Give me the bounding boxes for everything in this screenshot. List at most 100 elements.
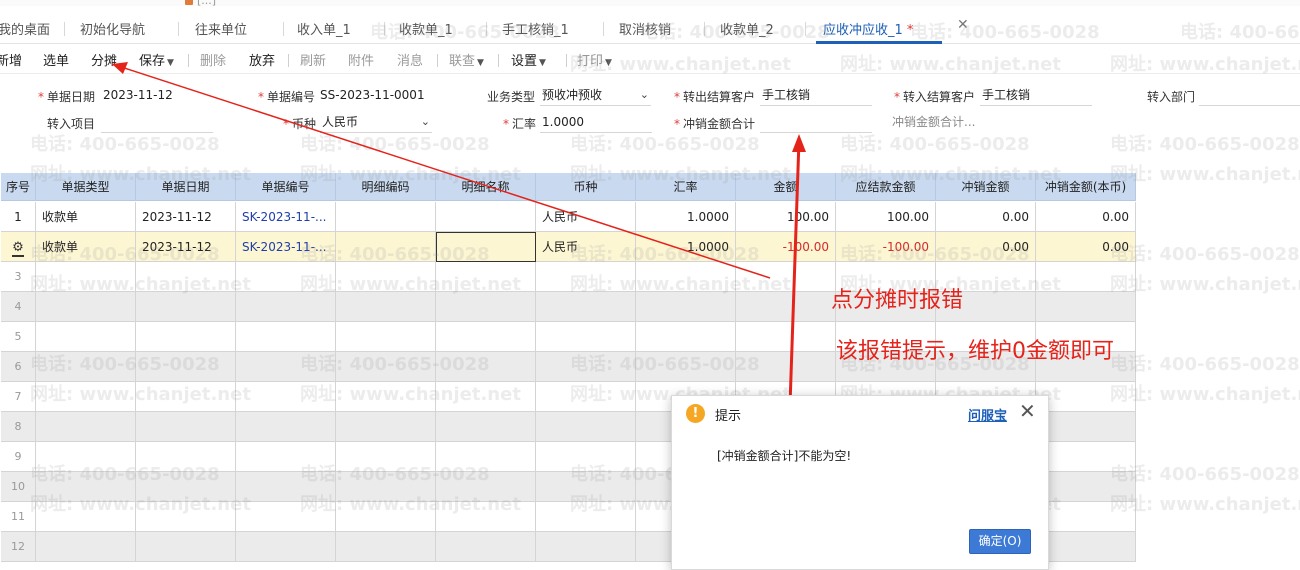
col-header[interactable]: 明细名称 — [436, 173, 536, 201]
grid-cell[interactable] — [436, 472, 536, 502]
cell-writeoff[interactable]: 0.00 — [936, 202, 1036, 232]
out-customer-field[interactable]: 手工核销 — [760, 84, 872, 106]
grid-cell[interactable] — [36, 442, 136, 472]
col-header[interactable]: 应结款金额 — [836, 173, 936, 201]
attachment-button[interactable]: 附件 — [348, 50, 374, 69]
grid-cell[interactable] — [336, 382, 436, 412]
grid-cell[interactable] — [436, 292, 536, 322]
grid-cell[interactable] — [1036, 262, 1136, 292]
grid-cell[interactable] — [1036, 292, 1136, 322]
tab-manual-writeoff-1[interactable]: 手工核销_1 — [502, 19, 569, 38]
save-button[interactable]: 保存 ▼ — [139, 50, 174, 69]
grid-cell[interactable] — [436, 382, 536, 412]
grid-cell[interactable] — [436, 352, 536, 382]
grid-cell[interactable] — [136, 532, 236, 562]
cell-detail-code[interactable] — [336, 232, 436, 262]
discard-button[interactable]: 放弃 — [249, 50, 275, 69]
doc-no-field[interactable]: SS-2023-11-0001 — [318, 84, 448, 106]
in-customer-field[interactable]: 手工核销 — [980, 84, 1092, 106]
grid-cell[interactable] — [136, 412, 236, 442]
writeoff-total-field[interactable] — [760, 111, 872, 133]
cell-currency[interactable]: 人民币 — [536, 202, 636, 232]
grid-cell[interactable] — [236, 382, 336, 412]
cell-doc-date[interactable]: 2023-11-12 — [136, 232, 236, 262]
grid-cell[interactable] — [536, 472, 636, 502]
grid-cell[interactable] — [336, 262, 436, 292]
help-link[interactable]: 问服宝 — [968, 405, 1007, 424]
message-button[interactable]: 消息 — [397, 50, 423, 69]
grid-cell[interactable] — [136, 382, 236, 412]
col-header[interactable]: 币种 — [536, 173, 636, 201]
grid-cell[interactable] — [336, 292, 436, 322]
cell-detail-name[interactable] — [436, 202, 536, 232]
grid-cell[interactable] — [536, 322, 636, 352]
grid-cell[interactable] — [236, 322, 336, 352]
grid-cell[interactable] — [736, 322, 836, 352]
grid-cell[interactable] — [136, 352, 236, 382]
cell-rate[interactable]: 1.0000 — [636, 232, 736, 262]
table-row[interactable]: 1 收款单 2023-11-12 SK-2023-11-... 人民币 1.00… — [1, 202, 1136, 232]
col-header[interactable]: 单据日期 — [136, 173, 236, 201]
cell-writeoff-base[interactable]: 0.00 — [1036, 232, 1136, 262]
grid-cell[interactable] — [236, 502, 336, 532]
in-dept-field[interactable] — [1199, 84, 1300, 106]
doc-date-field[interactable]: 2023-11-12 — [101, 84, 241, 106]
new-button[interactable]: 新增 — [0, 50, 22, 69]
grid-cell[interactable] — [236, 442, 336, 472]
grid-cell[interactable] — [636, 352, 736, 382]
grid-cell[interactable] — [236, 262, 336, 292]
allocate-button[interactable]: 分摊 — [91, 50, 117, 69]
cell-detail-code[interactable] — [336, 202, 436, 232]
col-header[interactable]: 冲销金额(本币) — [1036, 173, 1136, 201]
tab-partners[interactable]: 往来单位 — [195, 19, 247, 38]
grid-cell[interactable] — [136, 502, 236, 532]
cell-rate[interactable]: 1.0000 — [636, 202, 736, 232]
cell-due-amount[interactable]: 100.00 — [836, 202, 936, 232]
grid-cell[interactable] — [536, 442, 636, 472]
grid-cell[interactable] — [636, 322, 736, 352]
cell-doc-no-link[interactable]: SK-2023-11-... — [236, 202, 336, 232]
grid-cell[interactable] — [336, 412, 436, 442]
tab-receipt-2[interactable]: 收款单_2 — [720, 19, 774, 38]
grid-cell[interactable] — [336, 472, 436, 502]
grid-cell[interactable] — [136, 442, 236, 472]
grid-cell[interactable] — [36, 322, 136, 352]
print-button[interactable]: 打印 ▼ — [577, 50, 612, 69]
cell-doc-type[interactable]: 收款单 — [36, 202, 136, 232]
grid-cell[interactable] — [736, 292, 836, 322]
grid-cell[interactable] — [236, 412, 336, 442]
grid-cell[interactable] — [336, 502, 436, 532]
refresh-button[interactable]: 刷新 — [300, 50, 326, 69]
close-icon[interactable]: ✕ — [1019, 400, 1036, 422]
delete-button[interactable]: 删除 — [200, 50, 226, 69]
grid-cell[interactable] — [436, 442, 536, 472]
grid-cell[interactable] — [436, 532, 536, 562]
tab-desktop[interactable]: 我的桌面 — [0, 19, 50, 38]
grid-cell[interactable] — [436, 412, 536, 442]
table-row[interactable]: 4 — [1, 292, 1136, 322]
currency-select[interactable]: 人民币 ⌄ — [320, 111, 432, 133]
cell-writeoff[interactable]: 0.00 — [936, 232, 1036, 262]
grid-cell[interactable] — [136, 262, 236, 292]
tab-receipt-1[interactable]: 收款单_1 — [399, 19, 453, 38]
rate-field[interactable]: 1.0000 — [540, 111, 652, 133]
in-project-field[interactable] — [101, 111, 213, 133]
grid-cell[interactable] — [436, 322, 536, 352]
grid-cell[interactable] — [436, 502, 536, 532]
close-tab-icon[interactable]: ✕ — [957, 17, 969, 33]
cell-detail-name[interactable] — [436, 232, 536, 262]
grid-cell[interactable] — [536, 262, 636, 292]
table-row[interactable]: ⚙ 收款单 2023-11-12 SK-2023-11-... 人民币 1.00… — [1, 232, 1136, 262]
col-header[interactable]: 明细编码 — [336, 173, 436, 201]
grid-cell[interactable] — [136, 322, 236, 352]
col-header[interactable]: 冲销金额 — [936, 173, 1036, 201]
writeoff-total-base-field[interactable]: 冲销金额合计... — [890, 111, 1002, 133]
grid-cell[interactable] — [36, 502, 136, 532]
biz-type-select[interactable]: 预收冲预收 ⌄ — [540, 84, 651, 106]
col-header[interactable]: 序号 — [1, 173, 36, 201]
col-header[interactable]: 单据编号 — [236, 173, 336, 201]
grid-cell[interactable] — [536, 352, 636, 382]
gear-icon[interactable]: ⚙ — [12, 241, 24, 257]
grid-cell[interactable] — [36, 472, 136, 502]
grid-cell[interactable] — [436, 262, 536, 292]
